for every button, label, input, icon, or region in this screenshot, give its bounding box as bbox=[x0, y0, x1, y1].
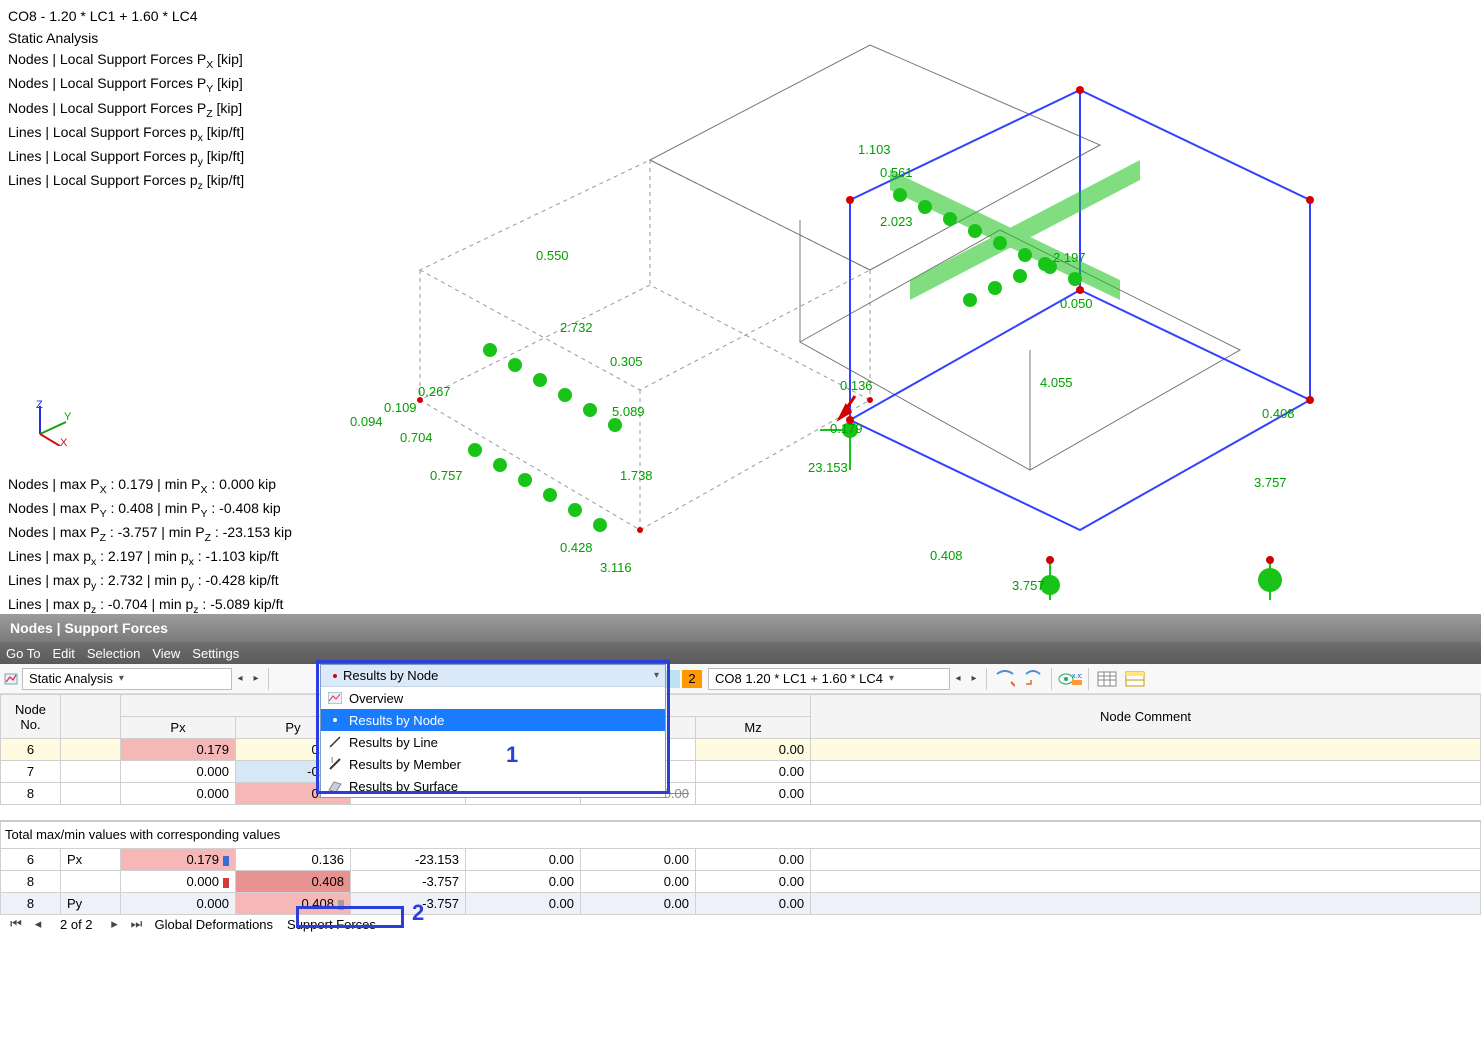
next-analysis-button[interactable]: ▸ bbox=[248, 668, 264, 690]
page-indicator: 2 of 2 bbox=[60, 917, 93, 932]
val: 4.055 bbox=[1040, 375, 1073, 390]
results-by-dropdown[interactable]: Results by Node ▾ Overview Results by No… bbox=[320, 664, 666, 798]
val: 0.550 bbox=[536, 248, 569, 263]
overview-icon bbox=[327, 690, 343, 706]
dd-results-by-member[interactable]: I Results by Member bbox=[321, 753, 665, 775]
analysis-combo[interactable]: Static Analysis▾ bbox=[22, 668, 232, 690]
table-row[interactable]: 6 0.179 0.136 0.00 bbox=[1, 739, 1481, 761]
val: 0.050 bbox=[1060, 296, 1093, 311]
menu-edit[interactable]: Edit bbox=[52, 646, 74, 661]
sync-selection-icon[interactable] bbox=[1019, 668, 1047, 690]
result-legend-bottom: Nodes | max PX : 0.179 | min PX : 0.000 … bbox=[8, 474, 292, 618]
table-row[interactable]: 8 0.000 0.408 -3.757 0.00 0.00 0.00 bbox=[1, 783, 1481, 805]
val: 5.089 bbox=[612, 404, 645, 419]
val: 0.179 bbox=[830, 421, 863, 436]
prev-analysis-button[interactable]: ◂ bbox=[232, 668, 248, 690]
analysis-icon bbox=[4, 672, 18, 686]
svg-text:X: X bbox=[60, 437, 68, 446]
section-heading: Total max/min values with corresponding … bbox=[1, 821, 1481, 849]
val: 3.116 bbox=[600, 560, 632, 575]
val: 3.757 bbox=[1254, 475, 1287, 490]
menu-selection[interactable]: Selection bbox=[87, 646, 140, 661]
table-row[interactable]: 6 Px 0.179 0.136 -23.153 0.00 0.00 0.00 bbox=[1, 849, 1481, 871]
table-layout-icon[interactable] bbox=[1093, 668, 1121, 690]
dd-overview[interactable]: Overview bbox=[321, 687, 665, 709]
val: 23.153 bbox=[808, 460, 848, 475]
model-viewport[interactable]: 1.103 0.561 2.023 2.197 0.050 0.550 4.05… bbox=[0, 0, 1481, 614]
prev-lc-button[interactable]: ◂ bbox=[950, 668, 966, 690]
val: 0.408 bbox=[930, 548, 963, 563]
annotation-num-2: 2 bbox=[412, 900, 424, 926]
first-page-button[interactable]: ⏮ bbox=[6, 916, 26, 932]
val: 1.738 bbox=[620, 468, 653, 483]
val: 2.023 bbox=[880, 214, 913, 229]
tab-support-forces[interactable]: Support Forces bbox=[281, 917, 382, 932]
chevron-down-icon: ▾ bbox=[119, 673, 124, 684]
node-dot-icon bbox=[327, 668, 343, 684]
view-values-icon[interactable]: x.xx bbox=[1056, 668, 1084, 690]
loadcase-badge: 2 bbox=[660, 668, 702, 690]
val: 0.136 bbox=[840, 378, 873, 393]
val: 2.732 bbox=[560, 320, 593, 335]
table-footer: ⏮ ◂ 2 of 2 ▸ ⏭ Global Deformations Suppo… bbox=[0, 912, 382, 936]
val: 0.408 bbox=[1262, 406, 1295, 421]
line-icon bbox=[327, 734, 343, 750]
member-icon: I bbox=[327, 756, 343, 772]
node-dot-icon bbox=[327, 712, 343, 728]
val: 0.757 bbox=[430, 468, 463, 483]
val: 3.757 bbox=[1012, 578, 1045, 593]
val: 0.094 bbox=[350, 414, 383, 429]
val: 1.103 bbox=[858, 142, 891, 157]
table-row[interactable]: 7 0.000 -0.408 0.00 bbox=[1, 761, 1481, 783]
table-row[interactable]: 8 0.000 0.408 -3.757 0.00 0.00 0.00 bbox=[1, 871, 1481, 893]
dd-results-by-line[interactable]: Results by Line bbox=[321, 731, 665, 753]
chevron-down-icon: ▾ bbox=[889, 673, 894, 684]
axis-triad-icon: Z Y X bbox=[28, 398, 76, 446]
next-lc-button[interactable]: ▸ bbox=[966, 668, 982, 690]
tab-global-deformations[interactable]: Global Deformations bbox=[149, 917, 280, 932]
result-legend-top: CO8 - 1.20 * LC1 + 1.60 * LC4 Static Ana… bbox=[8, 6, 244, 194]
val: 0.428 bbox=[560, 540, 593, 555]
menu-settings[interactable]: Settings bbox=[192, 646, 239, 661]
next-page-button[interactable]: ▸ bbox=[105, 916, 125, 932]
svg-text:x.xx: x.xx bbox=[1072, 673, 1082, 680]
find-in-model-icon[interactable] bbox=[991, 668, 1019, 690]
dd-results-by-node[interactable]: Results by Node bbox=[321, 709, 665, 731]
annotation-num-1: 1 bbox=[506, 742, 518, 768]
loadcase-combo[interactable]: CO8 1.20 * LC1 + 1.60 * LC4▾ bbox=[708, 668, 950, 690]
val: 2.197 bbox=[1053, 250, 1086, 265]
panel-toolbar: Static Analysis▾ ◂ ▸ ◂ ▸ 2 CO8 1.20 * LC… bbox=[0, 664, 1481, 694]
panel-title: Nodes | Support Forces bbox=[0, 614, 1481, 642]
model-wireframe bbox=[310, 0, 1460, 614]
val: 0.561 bbox=[880, 165, 913, 180]
val: 0.305 bbox=[610, 354, 643, 369]
menu-goto[interactable]: Go To bbox=[6, 646, 40, 661]
panel-menubar: Go To Edit Selection View Settings bbox=[0, 642, 1481, 664]
menu-view[interactable]: View bbox=[152, 646, 180, 661]
val: 0.704 bbox=[400, 430, 433, 445]
svg-text:I: I bbox=[331, 757, 333, 765]
svg-text:Z: Z bbox=[36, 399, 43, 411]
results-table[interactable]: NodeNo. Support Forces Node Comment Px P… bbox=[0, 694, 1481, 915]
last-page-button[interactable]: ⏭ bbox=[127, 916, 147, 932]
prev-page-button[interactable]: ◂ bbox=[28, 916, 48, 932]
chevron-down-icon: ▾ bbox=[654, 670, 659, 681]
val: 0.267 bbox=[418, 384, 451, 399]
dd-results-by-surface[interactable]: Results by Surface bbox=[321, 775, 665, 797]
table-highlight-icon[interactable] bbox=[1121, 668, 1149, 690]
svg-text:Y: Y bbox=[64, 411, 72, 423]
val: 0.109 bbox=[384, 400, 417, 415]
surface-icon bbox=[327, 778, 343, 794]
